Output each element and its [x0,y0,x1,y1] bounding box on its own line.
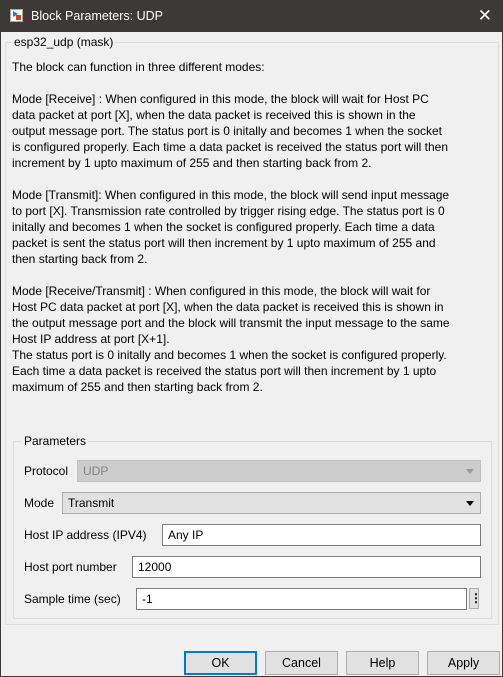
description-line: packet is sent the status port will then… [12,236,436,250]
description-line [12,75,450,91]
description-line: then starting back from 2. [12,252,148,266]
host-ip-input[interactable]: Any IP [162,524,481,546]
host-port-input[interactable]: 12000 [132,556,481,578]
help-button[interactable]: Help [346,651,419,675]
description-line: Host PC data packet at port [X], when th… [12,300,444,314]
description-line: data packet at port [X], when the data p… [12,108,416,122]
host-ip-label: Host IP address (IPV4) [24,528,147,542]
sample-time-input[interactable]: -1 [136,588,467,610]
simulink-block-icon [10,9,23,22]
more-options-icon[interactable]: ⋮ [469,588,482,609]
description-line: Host IP address at port [X+1]. [12,332,170,346]
description-line: output message port. The status port is … [12,124,443,138]
sample-time-label: Sample time (sec) [24,592,121,606]
apply-button[interactable]: Apply [427,651,500,675]
window-title: Block Parameters: UDP [31,9,163,23]
description-line: Each time a data packet is received the … [12,364,437,378]
description-line: is configured properly. Each time a data… [12,140,449,154]
ok-button[interactable]: OK [184,651,257,675]
mode-label: Mode [24,496,55,510]
protocol-value: UDP [83,464,109,478]
description-line: The status port is 0 initally and become… [12,348,447,362]
description-line: Mode [Receive/Transmit] : When configure… [12,284,431,298]
mask-description: The block can function in three differen… [12,59,450,395]
description-line [12,171,450,187]
protocol-label: Protocol [24,464,69,478]
parameters-title: Parameters [22,434,89,448]
description-line: Mode [Receive] : When configured in this… [12,92,429,106]
mode-value: Transmit [68,496,115,510]
title-bar: Block Parameters: UDP ✕ [1,1,503,32]
description-line [12,267,450,283]
description-line: maximum of 255 and then starting back fr… [12,380,263,394]
chevron-down-icon [466,501,474,506]
description-line: the output message port and the block wi… [12,316,450,330]
description-line: increment by 1 upto maximum of 255 and t… [12,156,372,170]
protocol-dropdown: UDP [77,460,481,482]
description-line: Mode [Transmit]: When configured in this… [12,188,450,202]
description-line: to port [X]. Transmission rate controlle… [12,204,445,218]
host-port-label: Host port number [24,560,117,574]
mask-title: esp32_udp (mask) [12,35,116,49]
mode-dropdown[interactable]: Transmit [62,492,481,514]
close-icon[interactable]: ✕ [478,6,492,26]
description-line: initally and becomes 1 when the socket i… [12,220,435,234]
description-line: The block can function in three differen… [12,60,265,74]
chevron-down-icon [466,469,474,474]
cancel-button[interactable]: Cancel [265,651,338,675]
